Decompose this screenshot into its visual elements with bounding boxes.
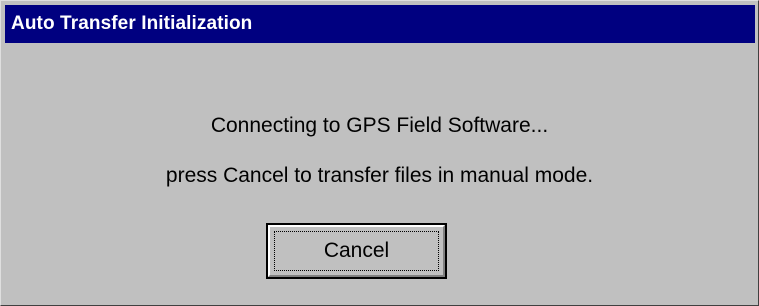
window-title: Auto Transfer Initialization	[11, 13, 253, 34]
cancel-button[interactable]: Cancel	[266, 223, 447, 279]
status-message: Connecting to GPS Field Software...	[210, 114, 549, 137]
instruction-message: press Cancel to transfer files in manual…	[165, 164, 594, 187]
cancel-button-focus-rect: Cancel	[274, 231, 439, 271]
cancel-button-label: Cancel	[323, 239, 390, 262]
title-bar[interactable]: Auto Transfer Initialization	[5, 5, 755, 43]
auto-transfer-dialog: Auto Transfer Initialization Connecting …	[0, 0, 759, 306]
dialog-body: Connecting to GPS Field Software... pres…	[1, 47, 758, 305]
